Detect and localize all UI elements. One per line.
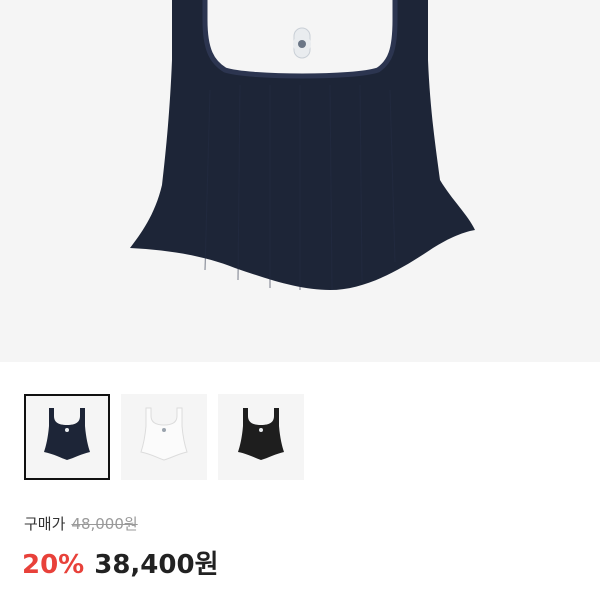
thumbnail-navy[interactable] (24, 394, 110, 480)
navy-tank-top-image (130, 0, 475, 291)
thumbnail-white[interactable] (121, 394, 207, 480)
purchase-price-label: 구매가 (24, 515, 66, 533)
original-price: 48,000원 (71, 515, 138, 533)
black-tank-top-thumbnail (238, 408, 284, 460)
product-main-image (0, 0, 600, 362)
white-tank-top-thumbnail (140, 407, 188, 461)
thumbnail-strip (24, 394, 304, 480)
purchase-price-row: 구매가 48,000원 (24, 513, 138, 534)
sale-price-row: 20% 38,400원 (22, 544, 219, 581)
navy-tank-top-thumbnail (44, 408, 90, 460)
discount-rate: 20% (22, 550, 85, 580)
thumbnail-black[interactable] (218, 394, 304, 480)
final-price: 38,400원 (94, 550, 219, 580)
